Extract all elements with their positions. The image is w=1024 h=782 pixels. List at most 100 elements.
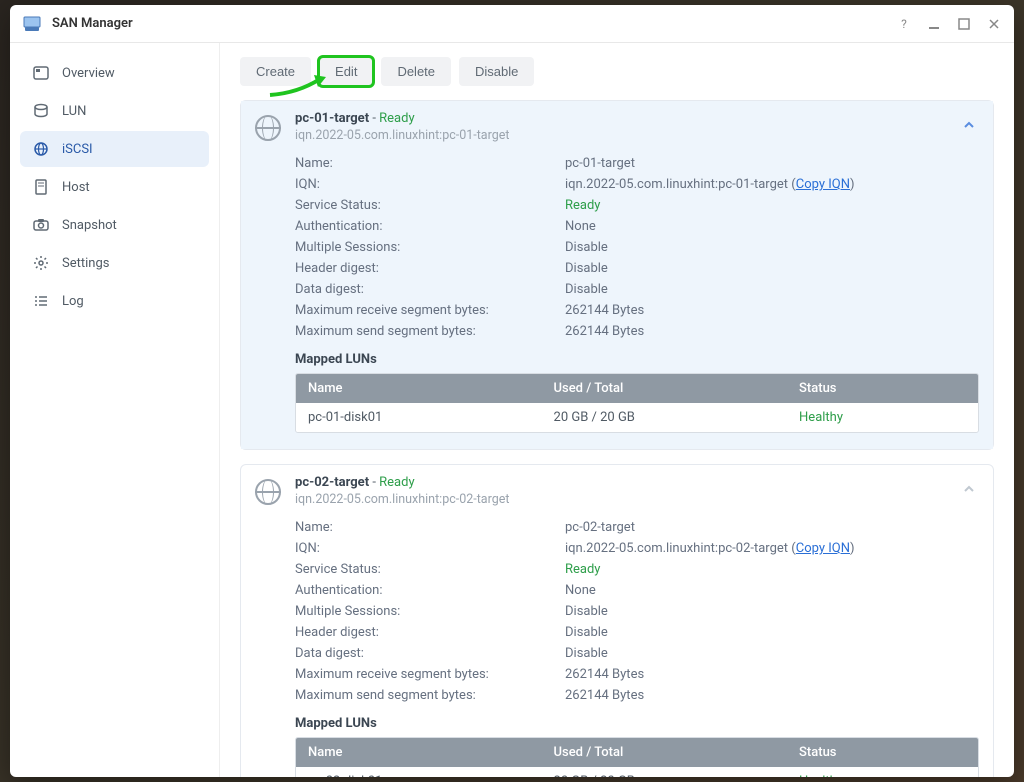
chevron-up-icon[interactable] bbox=[963, 483, 977, 499]
lun-used: 20 GB / 20 GB bbox=[542, 767, 788, 777]
label-service-status: Service Status: bbox=[295, 562, 565, 577]
sidebar-item-host[interactable]: Host bbox=[20, 169, 209, 205]
lun-table-head: Name Used / Total Status bbox=[296, 374, 978, 403]
target-name: pc-02-target bbox=[295, 475, 369, 490]
target-details: Name:pc-01-target IQN:iqn.2022-05.com.li… bbox=[241, 149, 993, 449]
target-iqn: iqn.2022-05.com.linuxhint:pc-02-target bbox=[295, 492, 963, 507]
label-header-digest: Header digest: bbox=[295, 261, 565, 276]
sidebar-item-snapshot[interactable]: Snapshot bbox=[20, 207, 209, 243]
label-name: Name: bbox=[295, 156, 565, 171]
chevron-up-icon[interactable] bbox=[963, 119, 977, 135]
label-iqn: IQN: bbox=[295, 177, 565, 192]
target-name: pc-01-target bbox=[295, 111, 369, 126]
val-multi: Disable bbox=[565, 240, 979, 255]
sidebar-label: iSCSI bbox=[62, 142, 93, 157]
target-details: Name:pc-02-target IQN:iqn.2022-05.com.li… bbox=[241, 513, 993, 777]
lun-name: pc-02-disk01 bbox=[296, 767, 542, 777]
app-title: SAN Manager bbox=[52, 16, 896, 31]
disable-button[interactable]: Disable bbox=[459, 57, 534, 86]
host-icon bbox=[32, 178, 50, 196]
snapshot-icon bbox=[32, 216, 50, 234]
val-data-digest: Disable bbox=[565, 282, 979, 297]
label-header-digest: Header digest: bbox=[295, 625, 565, 640]
lun-table-head: Name Used / Total Status bbox=[296, 738, 978, 767]
sidebar-label: Overview bbox=[62, 66, 115, 81]
val-data-digest: Disable bbox=[565, 646, 979, 661]
lun-row[interactable]: pc-01-disk01 20 GB / 20 GB Healthy bbox=[296, 403, 978, 432]
target-header[interactable]: pc-02-target - Ready iqn.2022-05.com.lin… bbox=[241, 465, 993, 513]
val-service-status: Ready bbox=[565, 562, 979, 577]
val-name: pc-02-target bbox=[565, 520, 979, 535]
val-service-status: Ready bbox=[565, 198, 979, 213]
col-name: Name bbox=[296, 374, 542, 403]
sidebar-item-lun[interactable]: LUN bbox=[20, 93, 209, 129]
titlebar: SAN Manager ? bbox=[10, 5, 1014, 43]
val-iqn: iqn.2022-05.com.linuxhint:pc-01-target (… bbox=[565, 177, 979, 192]
edit-button[interactable]: Edit bbox=[319, 57, 373, 86]
lun-table: Name Used / Total Status pc-01-disk01 20… bbox=[295, 373, 979, 433]
label-max-send: Maximum send segment bytes: bbox=[295, 324, 565, 339]
label-max-recv: Maximum receive segment bytes: bbox=[295, 303, 565, 318]
target-card: pc-02-target - Ready iqn.2022-05.com.lin… bbox=[240, 464, 994, 777]
app-window: SAN Manager ? Overview LUN iSCSI H bbox=[10, 5, 1014, 777]
lun-row[interactable]: pc-02-disk01 20 GB / 20 GB Healthy bbox=[296, 767, 978, 777]
target-header-text: pc-02-target - Ready iqn.2022-05.com.lin… bbox=[295, 475, 963, 507]
sidebar-label: LUN bbox=[62, 104, 86, 119]
lun-name: pc-01-disk01 bbox=[296, 403, 542, 432]
main-panel: Create Edit Delete Disable pc-01-target … bbox=[220, 43, 1014, 777]
label-auth: Authentication: bbox=[295, 583, 565, 598]
col-status: Status bbox=[787, 374, 978, 403]
sidebar-item-iscsi[interactable]: iSCSI bbox=[20, 131, 209, 167]
col-used: Used / Total bbox=[542, 738, 788, 767]
col-used: Used / Total bbox=[542, 374, 788, 403]
label-name: Name: bbox=[295, 520, 565, 535]
lun-status: Healthy bbox=[787, 403, 978, 432]
app-body: Overview LUN iSCSI Host Snapshot Setting… bbox=[10, 43, 1014, 777]
col-status: Status bbox=[787, 738, 978, 767]
label-data-digest: Data digest: bbox=[295, 646, 565, 661]
val-multi: Disable bbox=[565, 604, 979, 619]
lun-status: Healthy bbox=[787, 767, 978, 777]
svg-text:?: ? bbox=[901, 17, 907, 31]
mapped-luns-title: Mapped LUNs bbox=[295, 716, 979, 731]
sidebar: Overview LUN iSCSI Host Snapshot Setting… bbox=[10, 43, 220, 777]
val-header-digest: Disable bbox=[565, 625, 979, 640]
window-controls: ? bbox=[896, 16, 1002, 32]
sidebar-label: Settings bbox=[62, 256, 109, 271]
overview-icon bbox=[32, 64, 50, 82]
label-service-status: Service Status: bbox=[295, 198, 565, 213]
target-header[interactable]: pc-01-target - Ready iqn.2022-05.com.lin… bbox=[241, 101, 993, 149]
minimize-icon[interactable] bbox=[926, 16, 942, 32]
create-button[interactable]: Create bbox=[240, 57, 311, 86]
label-auth: Authentication: bbox=[295, 219, 565, 234]
target-card: pc-01-target - Ready iqn.2022-05.com.lin… bbox=[240, 100, 994, 450]
close-icon[interactable] bbox=[986, 16, 1002, 32]
iscsi-icon bbox=[32, 140, 50, 158]
app-icon bbox=[22, 14, 42, 34]
lun-icon bbox=[32, 102, 50, 120]
val-max-recv: 262144 Bytes bbox=[565, 667, 979, 682]
maximize-icon[interactable] bbox=[956, 16, 972, 32]
val-header-digest: Disable bbox=[565, 261, 979, 276]
sidebar-item-log[interactable]: Log bbox=[20, 283, 209, 319]
sidebar-label: Host bbox=[62, 180, 90, 195]
target-status: Ready bbox=[379, 475, 414, 490]
val-max-send: 262144 Bytes bbox=[565, 324, 979, 339]
copy-iqn-link[interactable]: Copy IQN bbox=[796, 541, 850, 556]
globe-icon bbox=[255, 479, 281, 505]
label-multi: Multiple Sessions: bbox=[295, 240, 565, 255]
label-iqn: IQN: bbox=[295, 541, 565, 556]
copy-iqn-link[interactable]: Copy IQN bbox=[796, 177, 850, 192]
label-multi: Multiple Sessions: bbox=[295, 604, 565, 619]
sidebar-item-overview[interactable]: Overview bbox=[20, 55, 209, 91]
val-auth: None bbox=[565, 583, 979, 598]
sidebar-item-settings[interactable]: Settings bbox=[20, 245, 209, 281]
delete-button[interactable]: Delete bbox=[381, 57, 451, 86]
lun-table: Name Used / Total Status pc-02-disk01 20… bbox=[295, 737, 979, 777]
help-icon[interactable]: ? bbox=[896, 16, 912, 32]
val-name: pc-01-target bbox=[565, 156, 979, 171]
mapped-luns-title: Mapped LUNs bbox=[295, 352, 979, 367]
target-iqn: iqn.2022-05.com.linuxhint:pc-01-target bbox=[295, 128, 963, 143]
globe-icon bbox=[255, 115, 281, 141]
toolbar: Create Edit Delete Disable bbox=[240, 57, 994, 86]
